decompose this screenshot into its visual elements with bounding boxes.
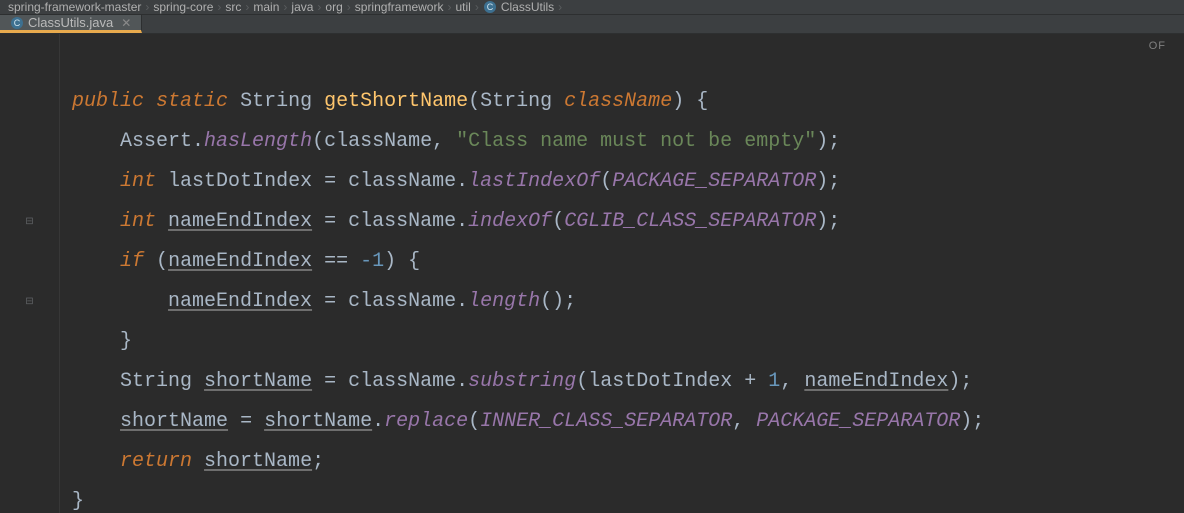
code-area[interactable]: public static String getShortName(String…	[60, 34, 1184, 513]
code-line: Assert.hasLength(className, "Class name …	[72, 130, 840, 153]
fold-marker-icon[interactable]: ⊟	[25, 296, 33, 308]
code-line: nameEndIndex = className.length();	[72, 290, 576, 313]
code-line: return shortName;	[72, 450, 324, 473]
fold-marker-icon[interactable]: ⊟	[25, 216, 33, 228]
chevron-right-icon: ›	[279, 0, 291, 14]
class-icon: C	[10, 16, 24, 30]
editor-tabbar: C ClassUtils.java ✕	[0, 15, 1184, 34]
editor[interactable]: ⊟ ⊟ public static String getShortName(St…	[0, 34, 1184, 513]
chevron-right-icon: ›	[213, 0, 225, 14]
crumb-project[interactable]: spring-framework-master	[8, 0, 141, 14]
code-line: int lastDotIndex = className.lastIndexOf…	[72, 170, 840, 193]
svg-text:C: C	[487, 2, 494, 12]
code-line: String shortName = className.substring(l…	[72, 370, 972, 393]
tab-classutils[interactable]: C ClassUtils.java ✕	[0, 15, 142, 33]
svg-text:C: C	[14, 18, 21, 28]
chevron-right-icon: ›	[141, 0, 153, 14]
close-icon[interactable]: ✕	[121, 16, 131, 30]
code-line: if (nameEndIndex == -1) {	[72, 250, 420, 273]
chevron-right-icon: ›	[343, 0, 355, 14]
gutter: ⊟ ⊟	[0, 34, 60, 513]
chevron-right-icon: ›	[241, 0, 253, 14]
crumb-java[interactable]: java	[291, 0, 313, 14]
code-line: int nameEndIndex = className.indexOf(CGL…	[72, 210, 840, 233]
chevron-right-icon: ›	[554, 0, 566, 14]
crumb-main[interactable]: main	[253, 0, 279, 14]
chevron-right-icon: ›	[313, 0, 325, 14]
crumb-springframework[interactable]: springframework	[355, 0, 444, 14]
code-line: }	[72, 330, 132, 353]
crumb-class[interactable]: C ClassUtils	[483, 0, 554, 14]
crumb-module[interactable]: spring-core	[153, 0, 213, 14]
code-line: }	[72, 490, 84, 513]
class-icon: C	[483, 0, 497, 14]
chevron-right-icon: ›	[443, 0, 455, 14]
tab-label: ClassUtils.java	[28, 15, 113, 30]
code-line: shortName = shortName.replace(INNER_CLAS…	[72, 410, 984, 433]
status-indicator: OF	[1149, 40, 1166, 52]
code-line: public static String getShortName(String…	[72, 90, 708, 113]
breadcrumb[interactable]: spring-framework-master › spring-core › …	[0, 0, 1184, 15]
crumb-org[interactable]: org	[325, 0, 342, 14]
crumb-src[interactable]: src	[225, 0, 241, 14]
chevron-right-icon: ›	[471, 0, 483, 14]
crumb-util[interactable]: util	[455, 0, 470, 14]
